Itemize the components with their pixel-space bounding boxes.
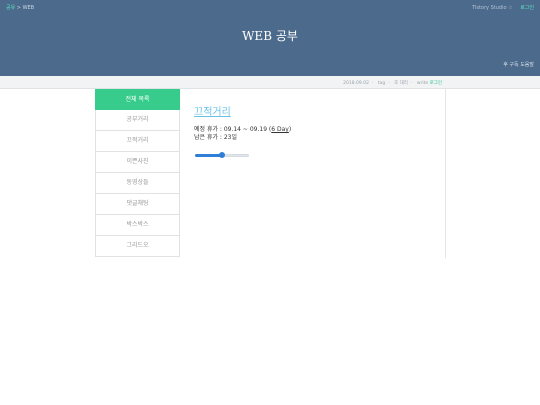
post-content: 끄적거리 예정 휴가 : 09.14 ~ 09.19 (6 Day) 남은 휴가… — [194, 103, 291, 160]
content-divider — [445, 89, 446, 258]
vacation-days: 6 Day — [271, 126, 289, 133]
post-title[interactable]: 끄적거리 — [194, 103, 291, 118]
sidebar: 전체 목록 공부거리 끄적거리 이쁜사진 동영상들 댓글채팅 박스박스 그리드오 — [95, 89, 180, 257]
post-body: 예정 휴가 : 09.14 ~ 09.19 (6 Day) 남은 휴가 : 23… — [194, 126, 291, 142]
breadcrumb: 공유 > WEB — [6, 4, 34, 11]
header: 공유 > WEB Tistory Studio ☆ 로그인 WEB 공부 후 구… — [0, 0, 540, 76]
page: 공유 > WEB Tistory Studio ☆ 로그인 WEB 공부 후 구… — [0, 0, 540, 405]
sidebar-item-notes[interactable]: 끄적거리 — [95, 131, 180, 152]
post-author: 조 대리 — [394, 81, 408, 86]
header-menu-text[interactable]: 후 구독 도움말 — [503, 61, 534, 68]
sidebar-item-grid[interactable]: 그리드오 — [95, 236, 180, 257]
sidebar-item-videos[interactable]: 동영상들 — [95, 173, 180, 194]
site-title[interactable]: WEB 공부 — [0, 27, 540, 44]
write-link[interactable]: write — [417, 81, 428, 86]
post-tag[interactable]: tag — [378, 81, 385, 86]
sidebar-item-box[interactable]: 박스박스 — [95, 215, 180, 236]
sidebar-item-chat[interactable]: 댓글채팅 — [95, 194, 180, 215]
vacation-close: ) — [288, 126, 292, 133]
sidebar-item-study[interactable]: 공부거리 — [95, 110, 180, 131]
post-date: 2018.09.02 — [343, 81, 369, 86]
login-link[interactable]: 로그인 — [520, 5, 534, 11]
studio-link[interactable]: Tistory Studio ☆ — [472, 5, 513, 11]
top-right-menu: Tistory Studio ☆ 로그인 — [472, 4, 534, 11]
post-meta-bar: 2018.09.02 · tag · 조 대리 · write 로그인 — [0, 76, 540, 89]
sidebar-header[interactable]: 전체 목록 — [95, 89, 180, 110]
post-meta: 2018.09.02 · tag · 조 대리 · write 로그인 — [343, 81, 442, 86]
slider-fill — [195, 153, 222, 157]
breadcrumb-current: > WEB — [16, 5, 35, 11]
subbar-login-link[interactable]: 로그인 — [430, 81, 442, 86]
home-link[interactable]: 공유 — [6, 5, 15, 11]
sidebar-item-photos[interactable]: 이쁜사진 — [95, 152, 180, 173]
remaining-vacation: 남은 휴가 : 23일 — [194, 134, 237, 141]
vacation-line: 예정 휴가 : 09.14 ~ 09.19 (6 Day) — [194, 126, 291, 134]
vacation-slider[interactable] — [194, 150, 249, 160]
slider-handle[interactable] — [219, 152, 225, 158]
vacation-label: 예정 휴가 : 09.14 ~ 09.19 ( — [194, 126, 272, 133]
